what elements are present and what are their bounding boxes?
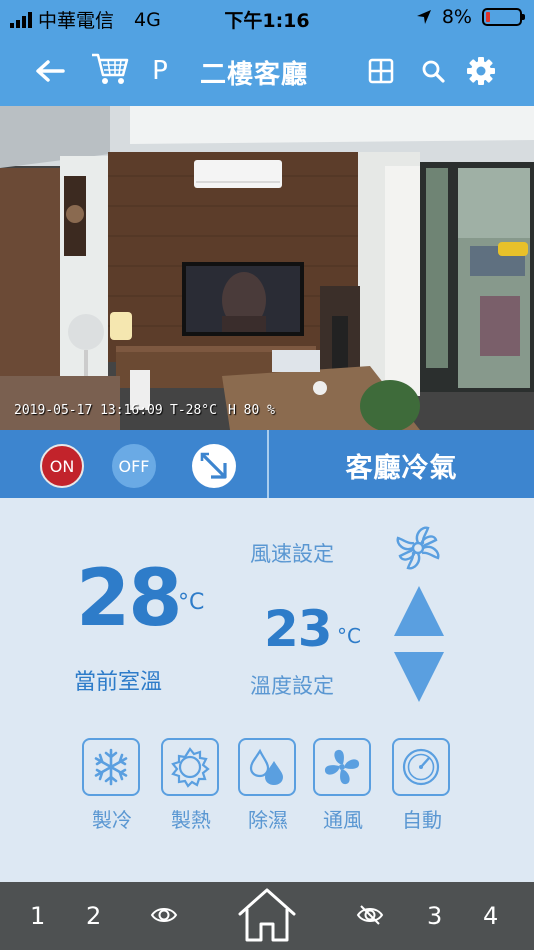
mode-heat-label: 製熱 bbox=[171, 808, 211, 832]
camera-temperature: T-28°C bbox=[170, 403, 217, 418]
nav-bar: P 二樓客廳 bbox=[0, 36, 534, 106]
power-off-button[interactable]: OFF bbox=[112, 444, 156, 488]
home-icon bbox=[238, 888, 296, 942]
search-icon bbox=[422, 60, 445, 83]
power-on-button[interactable]: ON bbox=[40, 444, 84, 488]
power-on-label: ON bbox=[49, 456, 75, 476]
sun-icon bbox=[171, 747, 210, 788]
current-temperature-label: 當前室溫 bbox=[74, 670, 163, 695]
search-button[interactable] bbox=[418, 56, 448, 86]
tab-3[interactable]: 3 bbox=[427, 902, 442, 930]
current-temperature-unit: °C bbox=[178, 590, 205, 615]
target-temperature-label: 溫度設定 bbox=[250, 674, 334, 698]
tab-1[interactable]: 1 bbox=[30, 902, 45, 930]
camera-humidity: H 80 % bbox=[228, 403, 275, 418]
grid-button[interactable] bbox=[366, 56, 396, 86]
page-title: 二樓客廳 bbox=[200, 60, 309, 90]
expand-button[interactable] bbox=[192, 444, 236, 488]
battery-percent: 8% bbox=[441, 6, 472, 28]
current-temperature: 28 bbox=[76, 554, 183, 644]
back-arrow-icon bbox=[36, 60, 65, 82]
target-temperature-unit: °C bbox=[337, 624, 361, 648]
status-bar: 中華電信 4G 下午1:16 8% bbox=[0, 0, 534, 36]
droplet-icon bbox=[249, 748, 283, 785]
swirl-fan-icon bbox=[396, 526, 440, 570]
expand-arrow-icon bbox=[200, 452, 227, 479]
fan-icon bbox=[324, 749, 360, 785]
fan-speed-label: 風速設定 bbox=[250, 542, 334, 566]
tab-4[interactable]: 4 bbox=[483, 902, 498, 930]
p-button[interactable]: P bbox=[146, 54, 174, 88]
camera-feed[interactable]: 2019-05-17 13:16:09 T-28°C H 80 % bbox=[0, 106, 534, 430]
bottom-tab-bar: 1 2 3 4 bbox=[0, 882, 534, 950]
mode-fan[interactable]: 通風 bbox=[313, 738, 373, 833]
fan-speed-button[interactable] bbox=[392, 522, 444, 574]
mode-fan-label: 通風 bbox=[323, 808, 363, 832]
settings-button[interactable] bbox=[464, 54, 498, 88]
target-temperature: 23 bbox=[264, 600, 333, 658]
mode-dehumidify[interactable]: 除濕 bbox=[238, 738, 298, 833]
back-button[interactable] bbox=[34, 56, 66, 86]
location-arrow-icon bbox=[416, 10, 431, 24]
device-name: 客廳冷氣 bbox=[345, 453, 458, 484]
p-label: P bbox=[152, 56, 168, 86]
mode-dehumidify-label: 除濕 bbox=[248, 808, 288, 832]
cart-icon bbox=[92, 53, 129, 84]
eye-off-icon bbox=[356, 905, 384, 925]
grid-icon bbox=[368, 58, 394, 84]
temperature-down-button[interactable] bbox=[394, 652, 444, 702]
compass-icon bbox=[402, 748, 440, 786]
snowflake-icon bbox=[94, 748, 128, 786]
temperature-up-button[interactable] bbox=[394, 586, 444, 636]
tab-2[interactable]: 2 bbox=[86, 902, 101, 930]
mode-heat[interactable]: 製熱 bbox=[161, 738, 221, 833]
mode-cool-label: 製冷 bbox=[92, 808, 132, 832]
status-right: 8% bbox=[416, 6, 525, 28]
mode-auto-box bbox=[392, 738, 450, 796]
mode-fan-box bbox=[313, 738, 371, 796]
mode-heat-box bbox=[161, 738, 219, 796]
climate-panel: 28 °C 當前室溫 風速設定 23 °C 溫度設定 製冷 製熱 除濕 通風 自… bbox=[0, 498, 534, 882]
cart-button[interactable] bbox=[90, 50, 130, 88]
show-button[interactable] bbox=[150, 904, 178, 930]
device-control-bar: ON OFF 客廳冷氣 bbox=[0, 430, 534, 498]
mode-dehumidify-box bbox=[238, 738, 296, 796]
hide-button[interactable] bbox=[356, 904, 384, 930]
mode-cool[interactable]: 製冷 bbox=[82, 738, 142, 833]
eye-icon bbox=[150, 908, 178, 922]
mode-auto[interactable]: 自動 bbox=[392, 738, 452, 833]
mode-cool-box bbox=[82, 738, 140, 796]
battery-icon bbox=[482, 8, 525, 26]
home-button[interactable] bbox=[236, 886, 298, 948]
gear-icon bbox=[467, 57, 495, 85]
camera-image bbox=[0, 106, 534, 430]
camera-timestamp: 2019-05-17 13:16:09 bbox=[14, 403, 163, 418]
power-off-label: OFF bbox=[118, 456, 150, 476]
mode-auto-label: 自動 bbox=[402, 808, 442, 832]
